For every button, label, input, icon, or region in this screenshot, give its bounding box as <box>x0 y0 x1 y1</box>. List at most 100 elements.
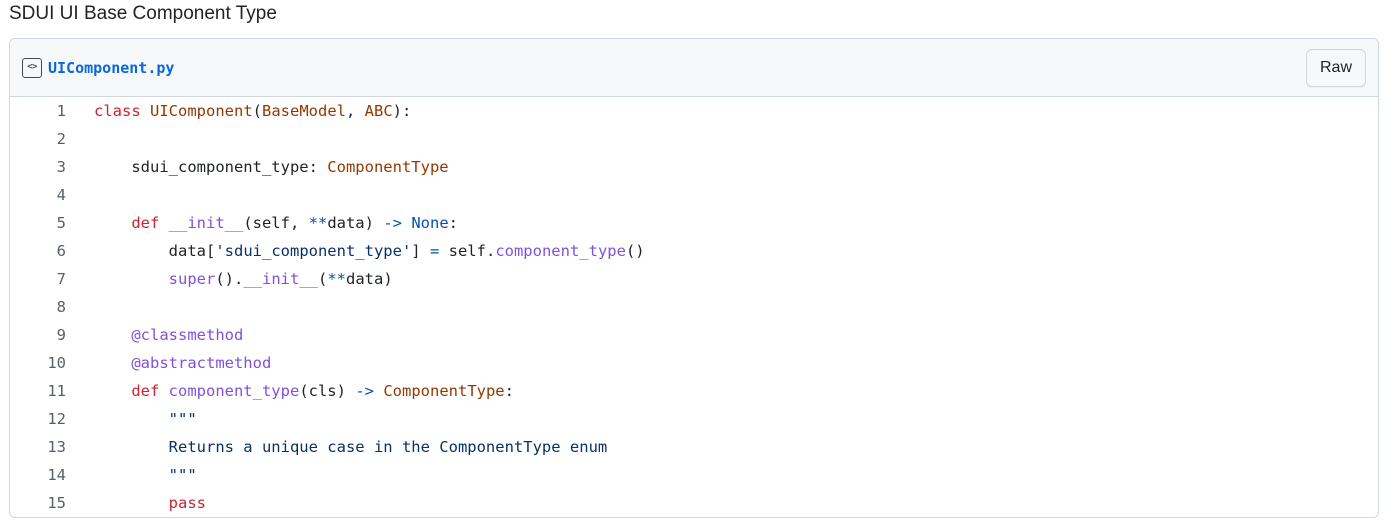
code-text: super().__init__(**data) <box>66 270 393 288</box>
line-number[interactable]: 7 <box>10 270 66 288</box>
code-token: """ <box>168 466 197 484</box>
code-token: Returns a unique case in the ComponentTy… <box>168 438 608 456</box>
code-text: """ <box>66 466 197 484</box>
code-line: 5 def __init__(self, **data) -> None: <box>10 209 1378 237</box>
code-token: -> <box>383 214 402 232</box>
code-token: __init__ <box>243 270 318 288</box>
code-token: ** <box>327 270 346 288</box>
line-number[interactable]: 5 <box>10 214 66 232</box>
code-token: """ <box>168 410 197 428</box>
code-token: __init__ <box>168 214 244 232</box>
line-number[interactable]: 8 <box>10 298 66 316</box>
code-text: sdui_component_type: ComponentType <box>66 158 449 176</box>
code-token: (). <box>215 270 244 288</box>
code-token: 'sdui_component_type' <box>215 242 412 260</box>
code-body: 1 class UIComponent(BaseModel, ABC): 2 3 sd… <box>10 97 1378 517</box>
code-token: pass <box>168 494 206 512</box>
code-line: 2 <box>10 125 1378 153</box>
code-text: """ <box>66 410 197 428</box>
line-number[interactable]: 13 <box>10 438 66 456</box>
code-text: class UIComponent(BaseModel, ABC): <box>66 102 411 120</box>
code-token: data) <box>346 270 393 288</box>
code-token: @abstractmethod <box>131 354 272 372</box>
code-gist-panel: <> UIComponent.py Raw 1 class UIComponent… <box>9 38 1379 518</box>
code-token: def <box>131 214 169 232</box>
code-token: class <box>94 102 150 120</box>
code-token: ] <box>411 242 430 260</box>
line-number[interactable]: 4 <box>10 186 66 204</box>
code-token: component_type <box>168 382 300 400</box>
line-number[interactable]: 15 <box>10 494 66 512</box>
code-line: 10 @abstractmethod <box>10 349 1378 377</box>
code-line: 8 <box>10 293 1378 321</box>
file-name-link[interactable]: UIComponent.py <box>48 59 174 77</box>
gist-header: <> UIComponent.py Raw <box>10 39 1378 97</box>
code-token: data) <box>327 214 384 232</box>
line-number[interactable]: 12 <box>10 410 66 428</box>
line-number[interactable]: 3 <box>10 158 66 176</box>
code-line: 7 super().__init__(**data) <box>10 265 1378 293</box>
code-token: , <box>346 102 365 120</box>
code-token: ( <box>252 102 262 120</box>
code-token: : <box>504 382 514 400</box>
line-number[interactable]: 1 <box>10 102 66 120</box>
code-line: 15 pass <box>10 489 1378 517</box>
code-line: 3 sdui_component_type: ComponentType <box>10 153 1378 181</box>
code-line: 9 @classmethod <box>10 321 1378 349</box>
code-token: @classmethod <box>131 326 244 344</box>
code-token: self. <box>439 242 496 260</box>
line-number[interactable]: 10 <box>10 354 66 372</box>
page-title: SDUI UI Base Component Type <box>9 3 277 24</box>
code-token: def <box>131 382 169 400</box>
code-token: ComponentType <box>327 158 449 176</box>
code-token: BaseModel <box>262 102 346 120</box>
code-text: @abstractmethod <box>66 354 271 372</box>
line-number[interactable]: 14 <box>10 466 66 484</box>
code-line: 14 """ <box>10 461 1378 489</box>
code-line: 12 """ <box>10 405 1378 433</box>
code-token: component_type <box>495 242 626 260</box>
code-line: 11 def component_type(cls) -> ComponentT… <box>10 377 1378 405</box>
line-number[interactable]: 2 <box>10 130 66 148</box>
code-text: pass <box>66 494 206 512</box>
code-token: (cls) <box>299 382 356 400</box>
line-number[interactable]: 11 <box>10 382 66 400</box>
code-text: data['sdui_component_type'] = self.compo… <box>66 242 645 260</box>
code-token: sdui_component_type: <box>94 158 328 176</box>
code-line: 4 <box>10 181 1378 209</box>
code-token: () <box>625 242 645 260</box>
code-token: None <box>411 214 449 232</box>
code-file-icon: <> <box>22 57 42 78</box>
code-line: 1 class UIComponent(BaseModel, ABC): <box>10 97 1378 125</box>
code-token: super <box>168 270 216 288</box>
code-line: 13 Returns a unique case in the Componen… <box>10 433 1378 461</box>
line-number[interactable]: 9 <box>10 326 66 344</box>
code-token: ( <box>317 270 328 288</box>
code-text: def component_type(cls) -> ComponentType… <box>66 382 514 400</box>
code-text: def __init__(self, **data) -> None: <box>66 214 458 232</box>
code-token: ** <box>308 214 328 232</box>
code-token: (self, <box>243 214 309 232</box>
code-token: data[ <box>94 242 216 260</box>
code-line: 6 data['sdui_component_type'] = self.com… <box>10 237 1378 265</box>
code-token: : <box>448 214 458 232</box>
code-token: -> <box>355 382 374 400</box>
code-token: = <box>429 242 440 260</box>
code-token: ABC <box>364 102 393 120</box>
file-info: <> UIComponent.py <box>22 57 174 78</box>
line-number[interactable]: 6 <box>10 242 66 260</box>
raw-button[interactable]: Raw <box>1305 48 1366 87</box>
code-token: ): <box>392 102 412 120</box>
code-token: ComponentType <box>383 382 505 400</box>
